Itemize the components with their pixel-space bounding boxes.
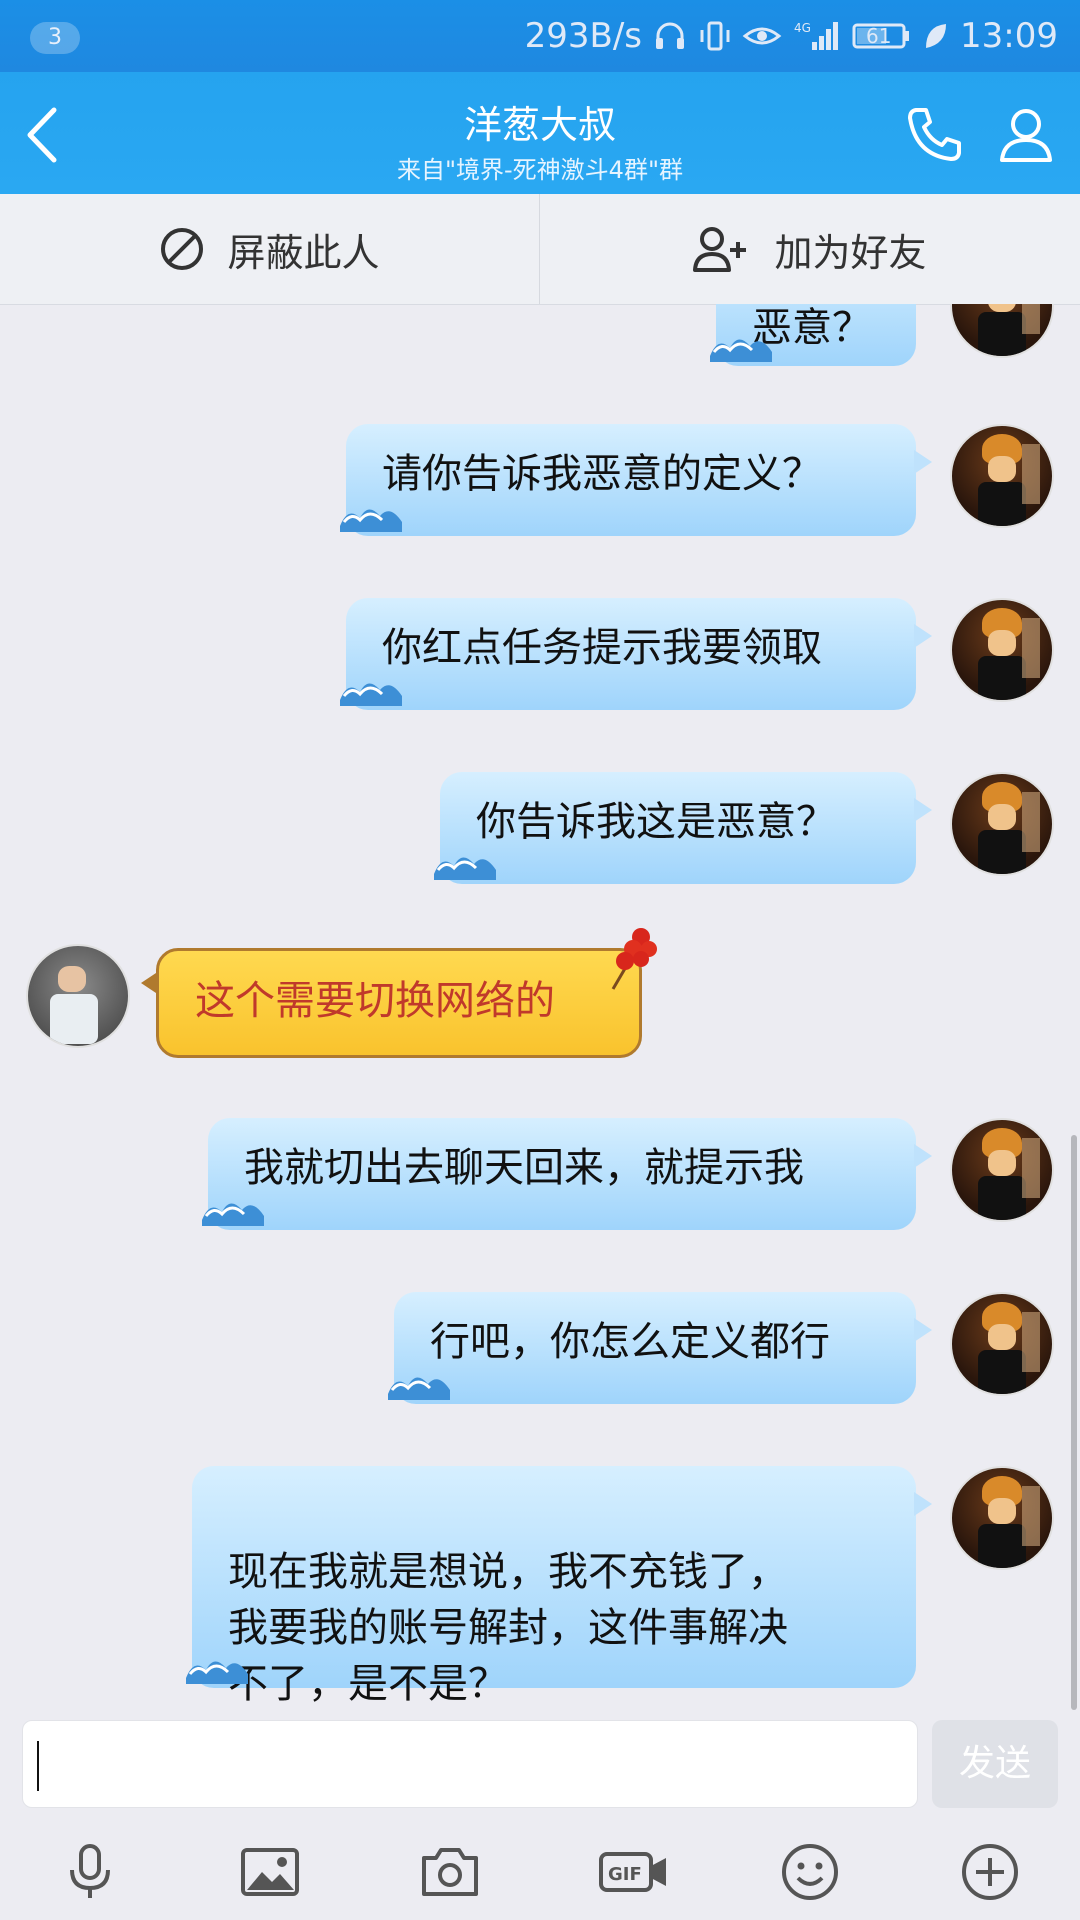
image-button[interactable] <box>238 1840 302 1904</box>
message-bubble[interactable]: 恶意？ <box>710 304 916 366</box>
message-text: 这个需要切换网络的 <box>195 978 555 1024</box>
profile-button[interactable] <box>994 102 1058 166</box>
image-icon <box>241 1848 299 1896</box>
mic-icon <box>70 1844 110 1898</box>
phone-icon <box>908 108 961 161</box>
wave-decoration-icon <box>202 1203 264 1226</box>
message-text: 你红点任务提示我要领取 <box>382 625 822 671</box>
my-avatar[interactable] <box>950 1466 1054 1570</box>
message-bubble[interactable]: 请你告诉我恶意的定义？ <box>340 424 932 536</box>
call-button[interactable] <box>902 102 966 166</box>
my-avatar[interactable] <box>950 598 1054 702</box>
message-text: 行吧，你怎么定义都行 <box>430 1319 830 1365</box>
gif-icon: GIF <box>599 1852 666 1892</box>
svg-text:4G: 4G <box>794 21 811 35</box>
send-button[interactable]: 发送 <box>932 1720 1058 1808</box>
message-text: 现在我就是想说，我不充钱了， 我要我的账号解封，这件事解决 不了，是不是？ <box>228 1549 788 1707</box>
battery-level: 61 <box>866 24 892 48</box>
message-text: 你告诉我这是恶意？ <box>476 799 836 845</box>
status-right-cluster: 293B/s 4G 61 13:09 <box>525 14 1058 58</box>
message-bubble[interactable]: 现在我就是想说，我不充钱了， 我要我的账号解封，这件事解决 不了，是不是？ <box>186 1466 932 1707</box>
wave-decoration-icon <box>340 509 402 532</box>
message-text: 我就切出去聊天回来，就提示我 <box>244 1145 804 1191</box>
block-user-button[interactable]: 屏蔽此人 <box>0 194 539 304</box>
add-friend-label: 加为好友 <box>774 230 927 275</box>
candied-fruit-icon <box>611 928 657 990</box>
my-avatar[interactable] <box>950 772 1054 876</box>
net-speed: 293B/s <box>524 16 643 56</box>
signal-4g-icon: 4G <box>792 18 842 54</box>
wave-decoration-icon <box>186 1661 248 1684</box>
battery-icon: 61 <box>852 18 912 54</box>
stranger-action-bar: 屏蔽此人 加为好友 <box>0 194 1080 305</box>
wave-decoration-icon <box>388 1377 450 1400</box>
more-button[interactable] <box>958 1840 1022 1904</box>
gif-button[interactable]: GIF <box>598 1840 666 1904</box>
leaf-icon <box>922 18 950 54</box>
person-icon <box>1000 109 1052 162</box>
input-bar: 发送 <box>0 1714 1080 1824</box>
wave-decoration-icon <box>710 339 772 362</box>
clock: 13:09 <box>960 16 1058 56</box>
my-avatar[interactable] <box>950 304 1054 358</box>
message-bubble[interactable]: 你告诉我这是恶意？ <box>434 772 932 884</box>
my-avatar[interactable] <box>950 424 1054 528</box>
notification-count-badge: 3 <box>30 22 80 54</box>
camera-button[interactable] <box>418 1840 482 1904</box>
sender-avatar[interactable] <box>26 944 130 1048</box>
status-bar: 3 293B/s 4G 61 13:09 <box>0 0 1080 72</box>
plus-icon <box>962 1844 1018 1900</box>
wave-decoration-icon <box>340 683 402 706</box>
message-text: 请你告诉我恶意的定义？ <box>382 451 822 497</box>
message-bubble[interactable]: 你红点任务提示我要领取 <box>340 598 932 710</box>
headphones-icon <box>652 18 688 54</box>
my-avatar[interactable] <box>950 1292 1054 1396</box>
camera-icon <box>422 1848 478 1896</box>
emoji-button[interactable] <box>778 1840 842 1904</box>
emoji-icon <box>782 1844 838 1900</box>
wave-decoration-icon <box>434 857 496 880</box>
message-input[interactable] <box>22 1720 918 1808</box>
add-friend-button[interactable]: 加为好友 <box>540 194 1079 304</box>
message-bubble[interactable]: 行吧，你怎么定义都行 <box>388 1292 932 1404</box>
scrollbar[interactable] <box>1071 1135 1077 1710</box>
chat-header: 洋葱大叔 来自"境界-死神激斗4群"群 <box>0 72 1080 194</box>
message-bubble[interactable]: 我就切出去聊天回来，就提示我 <box>202 1118 932 1230</box>
voice-button[interactable] <box>58 1840 122 1904</box>
block-icon <box>161 228 204 270</box>
my-avatar[interactable] <box>950 1118 1054 1222</box>
svg-text:GIF: GIF <box>608 1864 642 1885</box>
input-toolbar: GIF <box>0 1824 1080 1920</box>
eye-protection-icon <box>742 18 782 54</box>
vibrate-icon <box>698 18 732 54</box>
message-list[interactable]: 恶意？ 请你告诉我恶意的定义？ 你红点任务提示我要领取 你告诉我这是恶意？ 这个… <box>0 304 1080 1714</box>
block-user-label: 屏蔽此人 <box>227 230 380 275</box>
text-caret <box>37 1741 39 1791</box>
message-bubble[interactable]: 这个需要切换网络的 <box>141 928 657 1058</box>
add-person-icon <box>693 227 747 272</box>
